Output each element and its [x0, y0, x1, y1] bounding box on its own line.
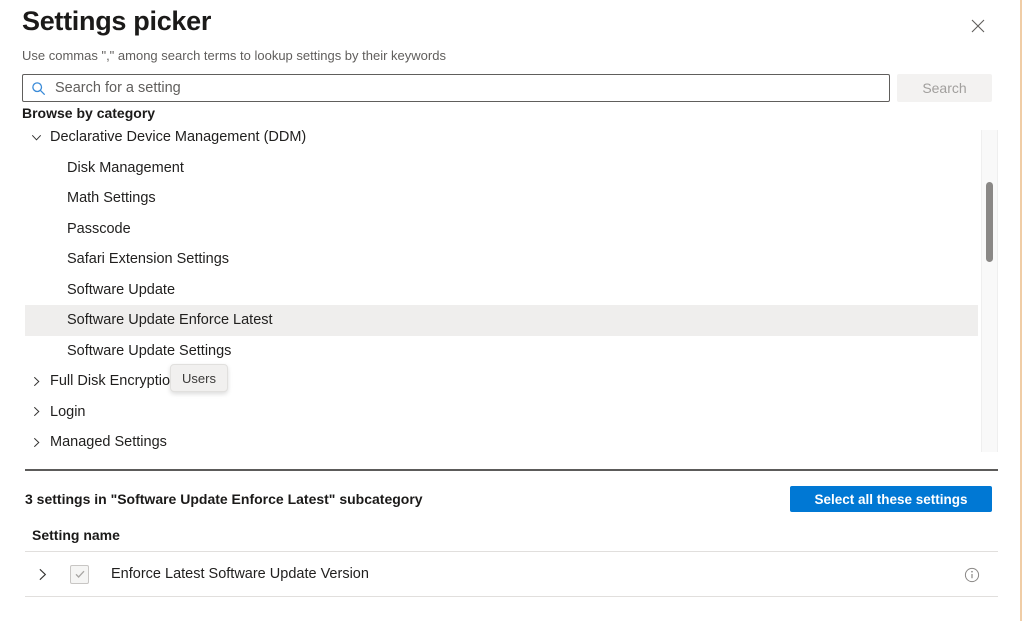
scrollbar-track[interactable]: [981, 130, 998, 452]
scrollbar-thumb[interactable]: [986, 182, 993, 262]
tree-item-software-update[interactable]: Software Update: [25, 275, 978, 306]
search-icon: [31, 81, 46, 96]
table-row-divider: [25, 596, 998, 597]
tree-item-label: Managed Settings: [50, 434, 167, 450]
chevron-down-icon[interactable]: [30, 131, 43, 144]
category-tree: Declarative Device Management (DDM) Disk …: [0, 122, 998, 458]
tree-item-declarative-device-management-ddm[interactable]: Declarative Device Management (DDM): [25, 122, 978, 153]
tree-item-software-update-enforce-latest[interactable]: Software Update Enforce Latest: [25, 305, 978, 336]
users-tooltip: Users: [170, 364, 228, 392]
search-button[interactable]: Search: [897, 74, 992, 102]
tree-item-label: Software Update Settings: [67, 343, 231, 359]
info-icon[interactable]: [963, 566, 980, 583]
dialog-subtitle: Use commas "," among search terms to loo…: [22, 48, 446, 63]
close-button[interactable]: [964, 12, 992, 40]
setting-name-column-header: Setting name: [32, 527, 120, 543]
setting-checkbox-checked-disabled[interactable]: [70, 565, 89, 584]
section-divider: [25, 469, 998, 471]
search-box[interactable]: [22, 74, 890, 102]
tree-item-passcode[interactable]: Passcode: [25, 214, 978, 245]
panel-edge: [1020, 0, 1022, 621]
chevron-right-icon[interactable]: [30, 375, 43, 388]
chevron-right-icon[interactable]: [30, 405, 43, 418]
tree-item-label: Passcode: [67, 221, 131, 237]
tree-item-software-update-settings[interactable]: Software Update Settings: [25, 336, 978, 367]
tree-item-math-settings[interactable]: Math Settings: [25, 183, 978, 214]
select-all-these-settings-button[interactable]: Select all these settings: [790, 486, 992, 512]
setting-name: Enforce Latest Software Update Version: [111, 566, 369, 582]
tree-item-label: Safari Extension Settings: [67, 251, 229, 267]
settings-picker-dialog: Settings picker Use commas "," among sea…: [0, 0, 1024, 621]
tree-item-label: Full Disk Encryption: [50, 373, 178, 389]
tree-item-label: Disk Management: [67, 160, 184, 176]
tree-item-label: Software Update: [67, 282, 175, 298]
tree-item-label: Math Settings: [67, 190, 156, 206]
chevron-right-icon[interactable]: [30, 436, 43, 449]
chevron-right-icon[interactable]: [34, 566, 50, 582]
tree-item-disk-management[interactable]: Disk Management: [25, 153, 978, 184]
tree-item-managed-settings[interactable]: Managed Settings: [25, 427, 978, 458]
close-icon: [969, 17, 987, 35]
tree-item-safari-extension-settings[interactable]: Safari Extension Settings: [25, 244, 978, 275]
results-summary: 3 settings in "Software Update Enforce L…: [25, 491, 423, 507]
tree-item-label: Login: [50, 404, 85, 420]
browse-by-category-label: Browse by category: [22, 105, 155, 121]
tree-item-login[interactable]: Login: [25, 397, 978, 428]
table-row[interactable]: Enforce Latest Software Update Version: [25, 552, 998, 596]
tree-item-full-disk-encryption[interactable]: Full Disk Encryption: [25, 366, 978, 397]
search-input[interactable]: [53, 79, 889, 97]
tree-item-label: Software Update Enforce Latest: [67, 312, 273, 328]
tree-item-label: Declarative Device Management (DDM): [50, 129, 306, 145]
page-title: Settings picker: [22, 6, 211, 37]
